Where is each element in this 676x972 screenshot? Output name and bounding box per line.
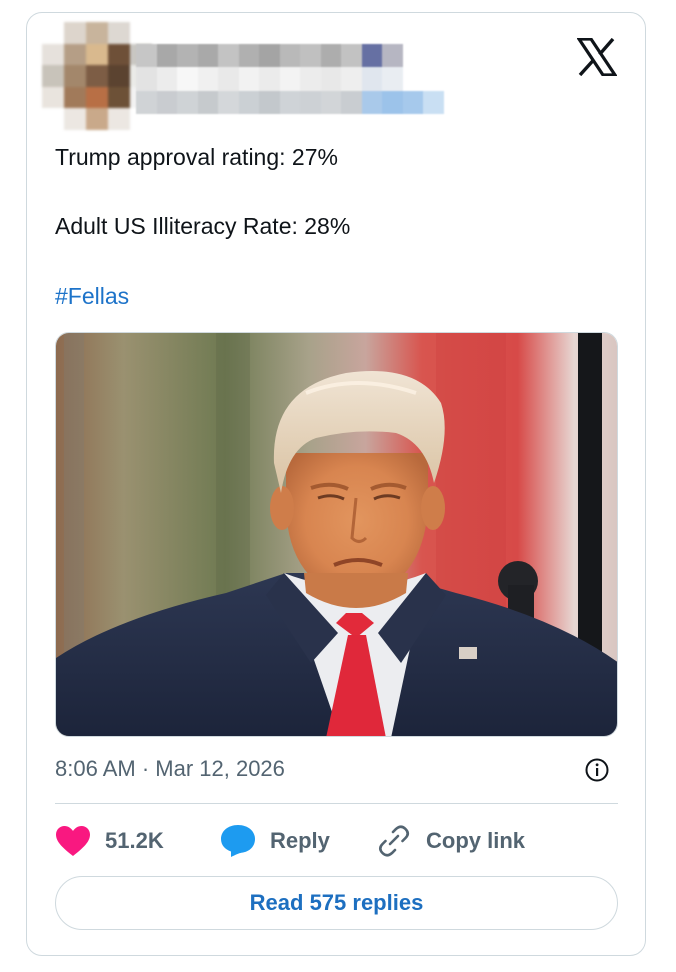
divider [55, 803, 618, 804]
tweet-text-line-1: Trump approval rating: 27% [55, 144, 338, 170]
reply-label: Reply [270, 828, 330, 853]
speech-bubble-icon [221, 825, 255, 857]
author-name-blurred[interactable] [136, 44, 464, 114]
read-replies-label: Read 575 replies [249, 890, 424, 915]
tweet-timestamp[interactable]: 8:06 AM · Mar 12, 2026 [55, 756, 285, 782]
read-replies-button[interactable]: Read 575 replies [55, 876, 618, 930]
info-icon[interactable] [584, 757, 610, 783]
like-button[interactable]: 51.2K [55, 824, 164, 858]
x-logo-icon[interactable] [577, 38, 617, 76]
like-count: 51.2K [105, 828, 164, 853]
hashtag-link[interactable]: #Fellas [55, 282, 129, 310]
copy-link-button[interactable]: Copy link [376, 824, 525, 858]
copy-link-label: Copy link [426, 828, 526, 853]
reply-button[interactable]: Reply [220, 824, 330, 858]
tweet-text-line-2: Adult US Illiteracy Rate: 28% [55, 213, 351, 239]
tweet-photo[interactable] [55, 332, 618, 737]
link-icon [378, 825, 410, 857]
heart-icon [56, 826, 90, 856]
photo-of-man-in-suit-with-red-tie [56, 333, 617, 736]
